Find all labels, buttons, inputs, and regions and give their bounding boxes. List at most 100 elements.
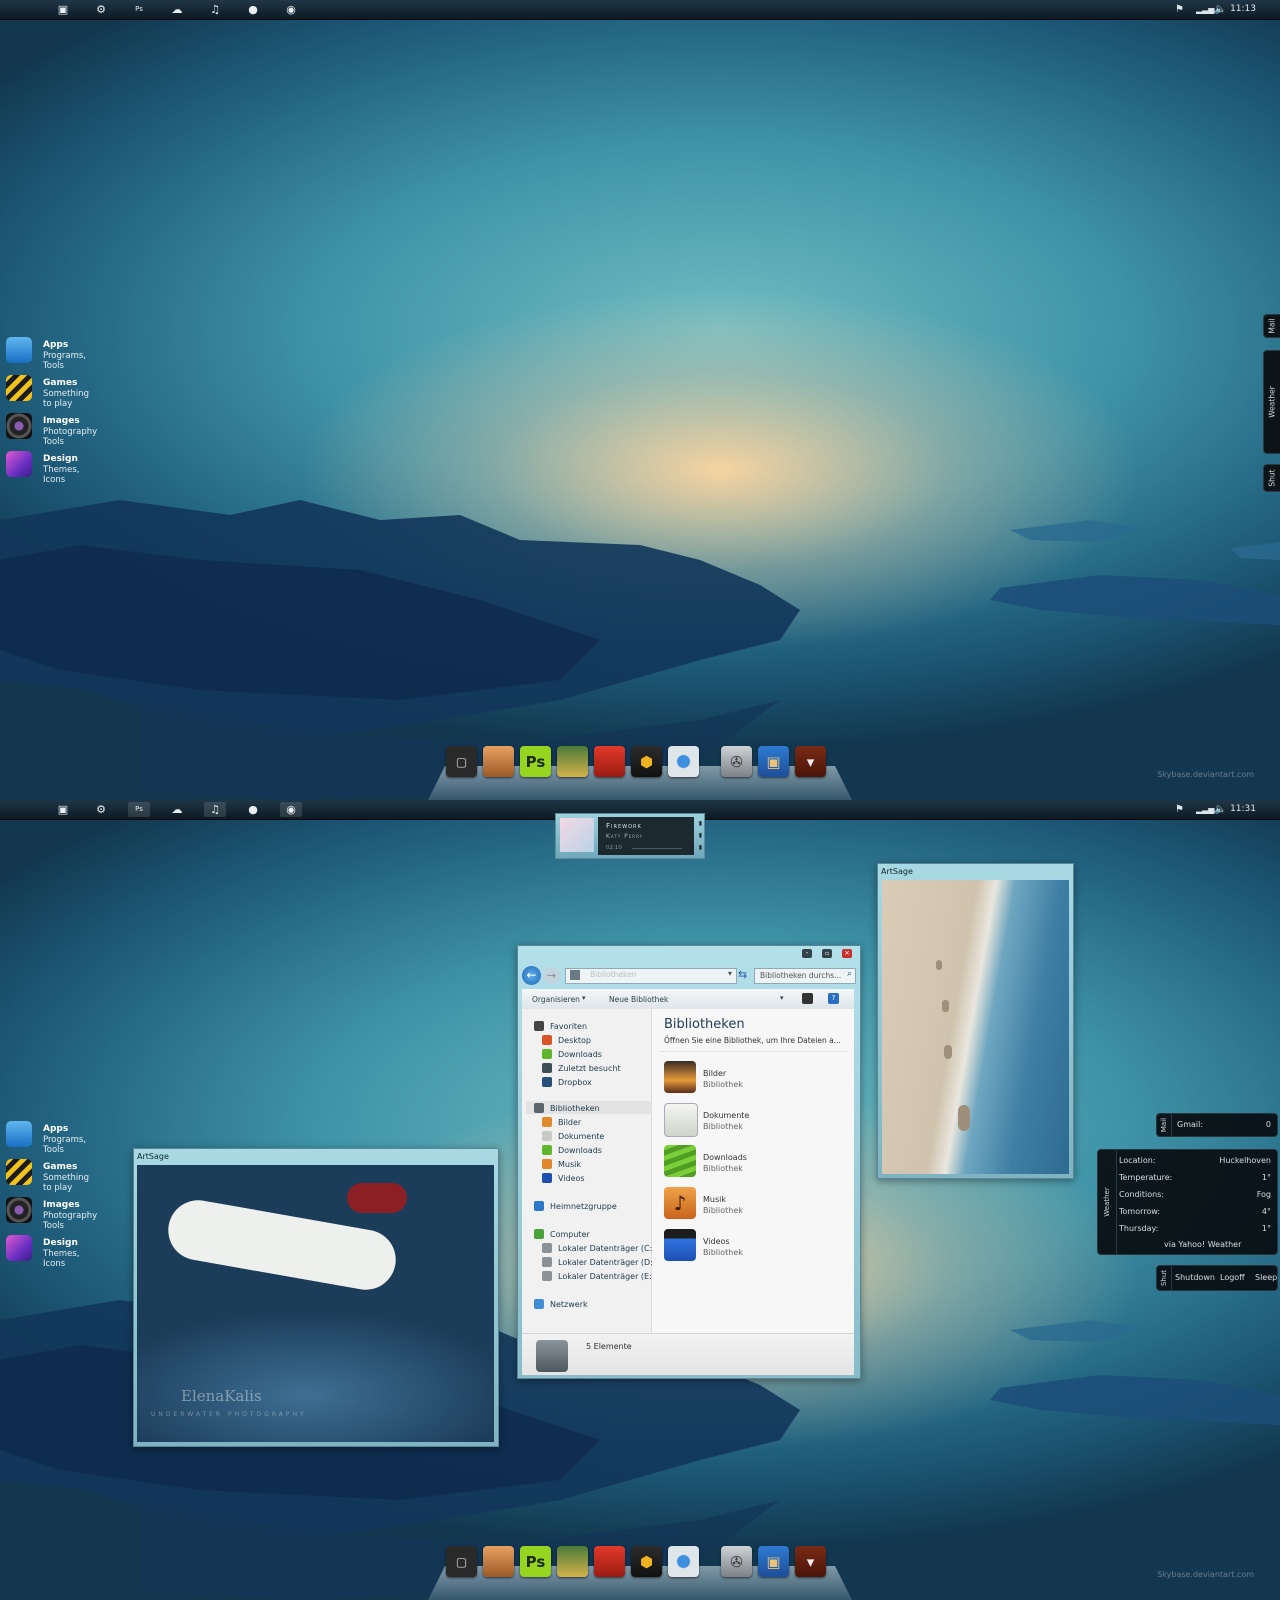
downloads-icon — [542, 1049, 552, 1059]
photo-icon[interactable] — [557, 746, 588, 777]
weather-widget: Weather Location: Huckelhoven Temperatur… — [1097, 1149, 1278, 1255]
angry-birds-icon[interactable] — [594, 1546, 625, 1577]
hexagons-icon[interactable]: ⬢ — [631, 1546, 662, 1577]
photoshop-icon[interactable]: Ps — [520, 746, 551, 777]
shut-tab[interactable]: Shut — [1157, 1266, 1172, 1290]
forward-button[interactable]: → — [543, 967, 560, 984]
nav-lib-downloads[interactable]: Downloads — [542, 1145, 602, 1155]
nav-computer[interactable]: Computer — [534, 1229, 590, 1239]
organize-menu[interactable]: Organisieren — [532, 995, 580, 1004]
pictures-icon — [664, 1061, 696, 1093]
speaker-icon[interactable] — [483, 746, 514, 777]
signal-icon[interactable]: ▂▃▅ — [1196, 800, 1214, 819]
photo-icon[interactable] — [557, 1546, 588, 1577]
network-icon — [534, 1299, 544, 1309]
cloud-icon[interactable]: ☁ — [166, 2, 188, 17]
speaker-icon[interactable] — [483, 1546, 514, 1577]
domo-icon[interactable]: ▾ — [795, 1546, 826, 1577]
chrome-icon[interactable] — [668, 1546, 699, 1577]
nav-desktop[interactable]: Desktop — [542, 1035, 591, 1045]
photoshop-icon[interactable]: Ps — [128, 802, 150, 817]
sidetab-weather[interactable]: Weather — [1263, 350, 1280, 454]
library-building-icon — [536, 1340, 568, 1372]
minimize-button[interactable]: - — [802, 949, 812, 958]
chevron-down-icon[interactable]: ▾ — [728, 969, 732, 978]
nav-libraries[interactable]: Bibliotheken — [534, 1103, 600, 1113]
sidetab-mail[interactable]: Mail — [1263, 314, 1280, 338]
apple-icon[interactable] — [8, 802, 30, 817]
cloud-icon[interactable]: ☁ — [166, 802, 188, 817]
sidetab-shut[interactable]: Shut — [1263, 464, 1280, 492]
navigation-pane: Favoriten Desktop Downloads Zuletzt besu… — [522, 1009, 656, 1333]
back-button[interactable]: ← — [522, 966, 541, 985]
photo-frame-underwater[interactable]: ArtSage ElenaKalis UNDERWATER PHOTOGRAPH… — [133, 1148, 499, 1447]
close-button[interactable]: × — [842, 949, 852, 958]
hexagons-icon[interactable]: ⬢ — [631, 746, 662, 777]
terminal-icon[interactable]: ▢ — [446, 746, 477, 777]
nav-label: Heimnetzgruppe — [550, 1202, 617, 1211]
address-bar[interactable]: Bibliotheken ▾ — [565, 968, 737, 984]
progress-track[interactable] — [632, 848, 682, 849]
music-note-icon[interactable]: ♫ — [204, 2, 226, 17]
clock[interactable]: 11:13 — [1230, 0, 1256, 19]
signal-icon[interactable]: ▂▃▅ — [1196, 0, 1214, 19]
chat-bubble-icon[interactable]: ● — [242, 2, 264, 17]
photoshop-icon[interactable]: Ps — [520, 1546, 551, 1577]
maximize-button[interactable]: ▫ — [822, 949, 832, 958]
nav-recent[interactable]: Zuletzt besucht — [542, 1063, 621, 1073]
nav-favorites[interactable]: Favoriten — [534, 1021, 587, 1031]
nav-network[interactable]: Netzwerk — [534, 1299, 588, 1309]
refresh-icon[interactable]: ⇆ — [738, 968, 747, 981]
nav-dokumente[interactable]: Dokumente — [542, 1131, 604, 1141]
package-icon[interactable]: ▣ — [758, 1546, 789, 1577]
angry-birds-icon[interactable] — [594, 746, 625, 777]
chrome-icon[interactable]: ◉ — [280, 802, 302, 817]
domo-icon[interactable]: ▾ — [795, 746, 826, 777]
photo-frame-beach[interactable]: ArtSage — [877, 863, 1074, 1179]
flag-icon[interactable]: ⚑ — [1175, 800, 1184, 819]
nav-musik[interactable]: Musik — [542, 1159, 581, 1169]
shutdown-button[interactable]: Shutdown — [1175, 1273, 1215, 1282]
film-reel-icon[interactable]: ✇ — [721, 1546, 752, 1577]
chrome-icon[interactable] — [668, 746, 699, 777]
flag-icon[interactable]: ⚑ — [1175, 0, 1184, 19]
logoff-button[interactable]: Logoff — [1220, 1273, 1245, 1282]
preview-pane-icon[interactable] — [802, 993, 813, 1004]
nav-drive-d[interactable]: Lokaler Datenträger (D:) — [542, 1257, 656, 1267]
mail-widget[interactable]: Mail Gmail: 0 — [1156, 1113, 1278, 1137]
package-icon[interactable]: ▣ — [758, 746, 789, 777]
nav-bilder[interactable]: Bilder — [542, 1117, 581, 1127]
volume-icon[interactable]: 🔈 — [1214, 800, 1226, 819]
photoshop-icon[interactable]: Ps — [128, 2, 150, 17]
new-library-button[interactable]: Neue Bibliothek — [609, 995, 668, 1004]
search-box[interactable]: Bibliotheken durchs... ⌕ — [754, 968, 856, 984]
nav-dropbox[interactable]: Dropbox — [542, 1077, 592, 1087]
apple-icon[interactable] — [8, 2, 30, 17]
chrome-icon[interactable]: ◉ — [280, 2, 302, 17]
film-reel-icon[interactable]: ✇ — [721, 746, 752, 777]
gear-icon[interactable]: ⚙ — [90, 2, 112, 17]
finder-icon[interactable]: ▣ — [52, 2, 74, 17]
search-icon[interactable]: ⌕ — [847, 969, 852, 979]
help-icon[interactable]: ? — [828, 993, 839, 1004]
nav-downloads[interactable]: Downloads — [542, 1049, 602, 1059]
terminal-icon[interactable]: ▢ — [446, 1546, 477, 1577]
music-note-icon[interactable]: ♫ — [204, 802, 226, 817]
view-options-icon[interactable]: ▾ — [780, 994, 784, 1002]
nav-homegroup[interactable]: Heimnetzgruppe — [534, 1201, 617, 1211]
nav-videos[interactable]: Videos — [542, 1173, 585, 1183]
videos-icon — [542, 1173, 552, 1183]
launcher-title: Design — [43, 1238, 78, 1248]
sleep-button[interactable]: Sleep — [1255, 1273, 1277, 1282]
nav-label: Lokaler Datenträger (C:) — [558, 1244, 656, 1253]
chat-bubble-icon[interactable]: ● — [242, 802, 264, 817]
playback-controls[interactable]: ▮ ▮ ▮ — [699, 818, 702, 854]
finder-icon[interactable]: ▣ — [52, 802, 74, 817]
clock[interactable]: 11:31 — [1230, 800, 1256, 819]
gear-icon[interactable]: ⚙ — [90, 802, 112, 817]
volume-icon[interactable]: 🔈 — [1214, 0, 1226, 19]
nav-drive-e[interactable]: Lokaler Datenträger (E:) — [542, 1271, 655, 1281]
weather-key: Thursday: — [1119, 1224, 1159, 1233]
nav-drive-c[interactable]: Lokaler Datenträger (C:) — [542, 1243, 655, 1253]
weather-tab[interactable]: Weather — [1098, 1150, 1117, 1254]
